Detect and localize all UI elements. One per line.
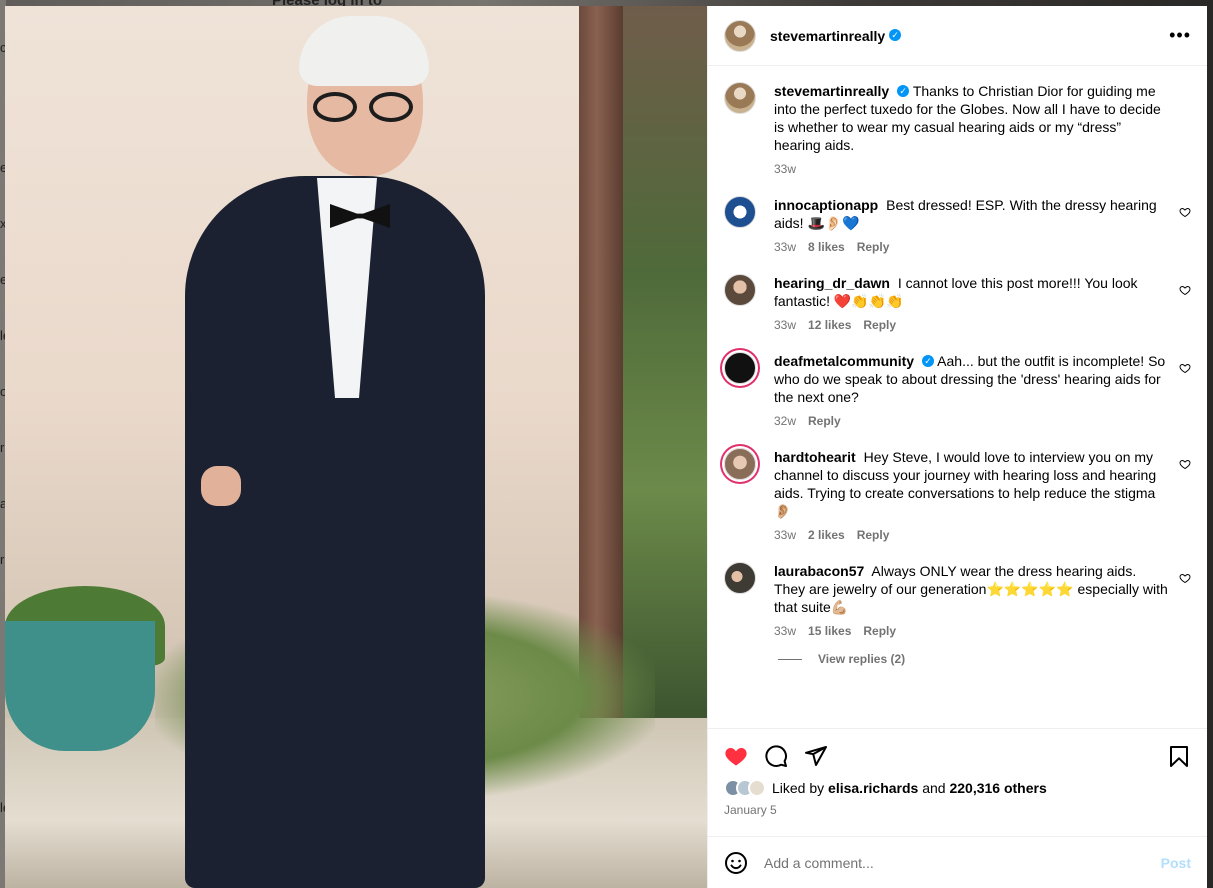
- add-comment-bar: Post: [708, 836, 1207, 888]
- post-comment-button[interactable]: Post: [1161, 855, 1191, 871]
- comment-bubble-icon[interactable]: [764, 744, 788, 768]
- author-name-row: stevemartinreally ✓: [770, 28, 1169, 44]
- caption-text-block: stevemartinreally ✓ Thanks to Christian D…: [774, 82, 1169, 154]
- comment-body: laurabacon57 Always ONLY wear the dress …: [774, 562, 1191, 638]
- comment-like-heart-icon[interactable]: [1179, 572, 1191, 584]
- post-side-panel: stevemartinreally ✓ ••• stevemartinreall…: [707, 6, 1207, 888]
- comment-avatar[interactable]: [724, 562, 756, 594]
- comment-username[interactable]: hardtohearit: [774, 449, 856, 465]
- comment-meta: 33w 15 likes Reply: [774, 624, 1169, 638]
- comment-item: laurabacon57 Always ONLY wear the dress …: [724, 562, 1191, 638]
- liked-by-and: and: [922, 780, 946, 796]
- comment-meta: 32w Reply: [774, 414, 1169, 428]
- action-icons-row: [724, 741, 1191, 771]
- photo-person-hand: [201, 466, 241, 506]
- comment-username[interactable]: deafmetalcommunity: [774, 353, 914, 369]
- photo-person-hair: [299, 16, 429, 86]
- reply-button[interactable]: Reply: [808, 414, 841, 428]
- comment-like-heart-icon[interactable]: [1179, 206, 1191, 218]
- comment-likes[interactable]: 12 likes: [808, 318, 851, 332]
- comment-text-block: deafmetalcommunity ✓ Aah... but the outfi…: [774, 352, 1169, 406]
- reply-button[interactable]: Reply: [857, 240, 890, 254]
- comment-like-heart-icon[interactable]: [1179, 284, 1191, 296]
- liked-by-row[interactable]: Liked by elisa.richards and 220,316 othe…: [724, 779, 1191, 797]
- comment-likes[interactable]: 2 likes: [808, 528, 845, 542]
- comment-text-block: laurabacon57 Always ONLY wear the dress …: [774, 562, 1169, 616]
- caption-username[interactable]: stevemartinreally: [774, 83, 889, 99]
- comment-time[interactable]: 33w: [774, 624, 796, 638]
- comment-like-heart-icon[interactable]: [1179, 458, 1191, 470]
- comment-body: hardtohearit Hey Steve, I would love to …: [774, 448, 1191, 542]
- comments-list[interactable]: stevemartinreally ✓ Thanks to Christian D…: [708, 66, 1207, 728]
- comment-text-block: hardtohearit Hey Steve, I would love to …: [774, 448, 1169, 520]
- more-options-icon[interactable]: •••: [1169, 25, 1191, 46]
- comment-item: hardtohearit Hey Steve, I would love to …: [724, 448, 1191, 542]
- verified-badge-icon: ✓: [897, 85, 910, 98]
- post-modal: stevemartinreally ✓ ••• stevemartinreall…: [5, 6, 1207, 888]
- comment-meta: 33w 8 likes Reply: [774, 240, 1169, 254]
- comment-body: innocaptionapp Best dressed! ESP. With t…: [774, 196, 1191, 254]
- liked-by-user[interactable]: elisa.richards: [828, 780, 918, 796]
- post-actions: Liked by elisa.richards and 220,316 othe…: [708, 728, 1207, 836]
- comment-time[interactable]: 32w: [774, 414, 796, 428]
- liked-by-others[interactable]: 220,316 others: [949, 780, 1046, 796]
- photo-pot: [5, 621, 155, 751]
- comment-time[interactable]: 33w: [774, 318, 796, 332]
- liked-by-prefix: Liked by: [772, 780, 825, 796]
- comment-avatar[interactable]: [724, 274, 756, 306]
- save-bookmark-icon[interactable]: [1167, 744, 1191, 768]
- comment-item: deafmetalcommunity ✓ Aah... but the outfi…: [724, 352, 1191, 428]
- verified-badge-icon: ✓: [922, 355, 935, 368]
- comment-avatar[interactable]: [724, 448, 756, 480]
- comment-meta: 33w 12 likes Reply: [774, 318, 1169, 332]
- comment-avatar[interactable]: [724, 196, 756, 228]
- comment-like-heart-icon[interactable]: [1179, 362, 1191, 374]
- view-replies-line: [778, 658, 802, 660]
- comment-item: hearing_dr_dawn I cannot love this post …: [724, 274, 1191, 332]
- comment-item: innocaptionapp Best dressed! ESP. With t…: [724, 196, 1191, 254]
- caption-avatar[interactable]: [724, 82, 756, 114]
- comment-avatar[interactable]: [724, 352, 756, 384]
- verified-badge-icon: ✓: [889, 28, 902, 41]
- comment-body: deafmetalcommunity ✓ Aah... but the outfi…: [774, 352, 1191, 428]
- comment-username[interactable]: hearing_dr_dawn: [774, 275, 890, 291]
- add-comment-input[interactable]: [764, 854, 1161, 871]
- post-date[interactable]: January 5: [724, 803, 1191, 817]
- emoji-smiley-icon[interactable]: [724, 851, 748, 875]
- background-letter: r: [0, 440, 5, 455]
- reply-button[interactable]: Reply: [863, 624, 896, 638]
- reply-button[interactable]: Reply: [857, 528, 890, 542]
- caption-meta: 33w: [774, 162, 1169, 176]
- photo-person-glasses: [313, 92, 415, 122]
- caption-body: stevemartinreally ✓ Thanks to Christian D…: [774, 82, 1191, 176]
- comment-username[interactable]: laurabacon57: [774, 563, 864, 579]
- comment-text-block: hearing_dr_dawn I cannot love this post …: [774, 274, 1169, 310]
- caption: stevemartinreally ✓ Thanks to Christian D…: [724, 82, 1191, 176]
- comment-time[interactable]: 33w: [774, 240, 796, 254]
- view-replies-label: View replies (2): [818, 652, 906, 666]
- view-replies-button[interactable]: View replies (2): [778, 652, 1191, 666]
- like-heart-icon[interactable]: [724, 744, 748, 768]
- comment-meta: 33w 2 likes Reply: [774, 528, 1169, 542]
- comment-likes[interactable]: 8 likes: [808, 240, 845, 254]
- comment-time[interactable]: 33w: [774, 528, 796, 542]
- author-username[interactable]: stevemartinreally: [770, 28, 885, 44]
- background-letter: r: [0, 552, 5, 567]
- reply-button[interactable]: Reply: [863, 318, 896, 332]
- comment-text-block: innocaptionapp Best dressed! ESP. With t…: [774, 196, 1169, 232]
- comment-body: hearing_dr_dawn I cannot love this post …: [774, 274, 1191, 332]
- caption-time[interactable]: 33w: [774, 162, 796, 176]
- liked-by-avatars: [724, 779, 766, 797]
- comment-likes[interactable]: 15 likes: [808, 624, 851, 638]
- post-photo[interactable]: [5, 6, 707, 888]
- share-paper-plane-icon[interactable]: [804, 744, 828, 768]
- author-avatar[interactable]: [724, 19, 756, 52]
- comment-username[interactable]: innocaptionapp: [774, 197, 878, 213]
- post-header: stevemartinreally ✓ •••: [708, 6, 1207, 66]
